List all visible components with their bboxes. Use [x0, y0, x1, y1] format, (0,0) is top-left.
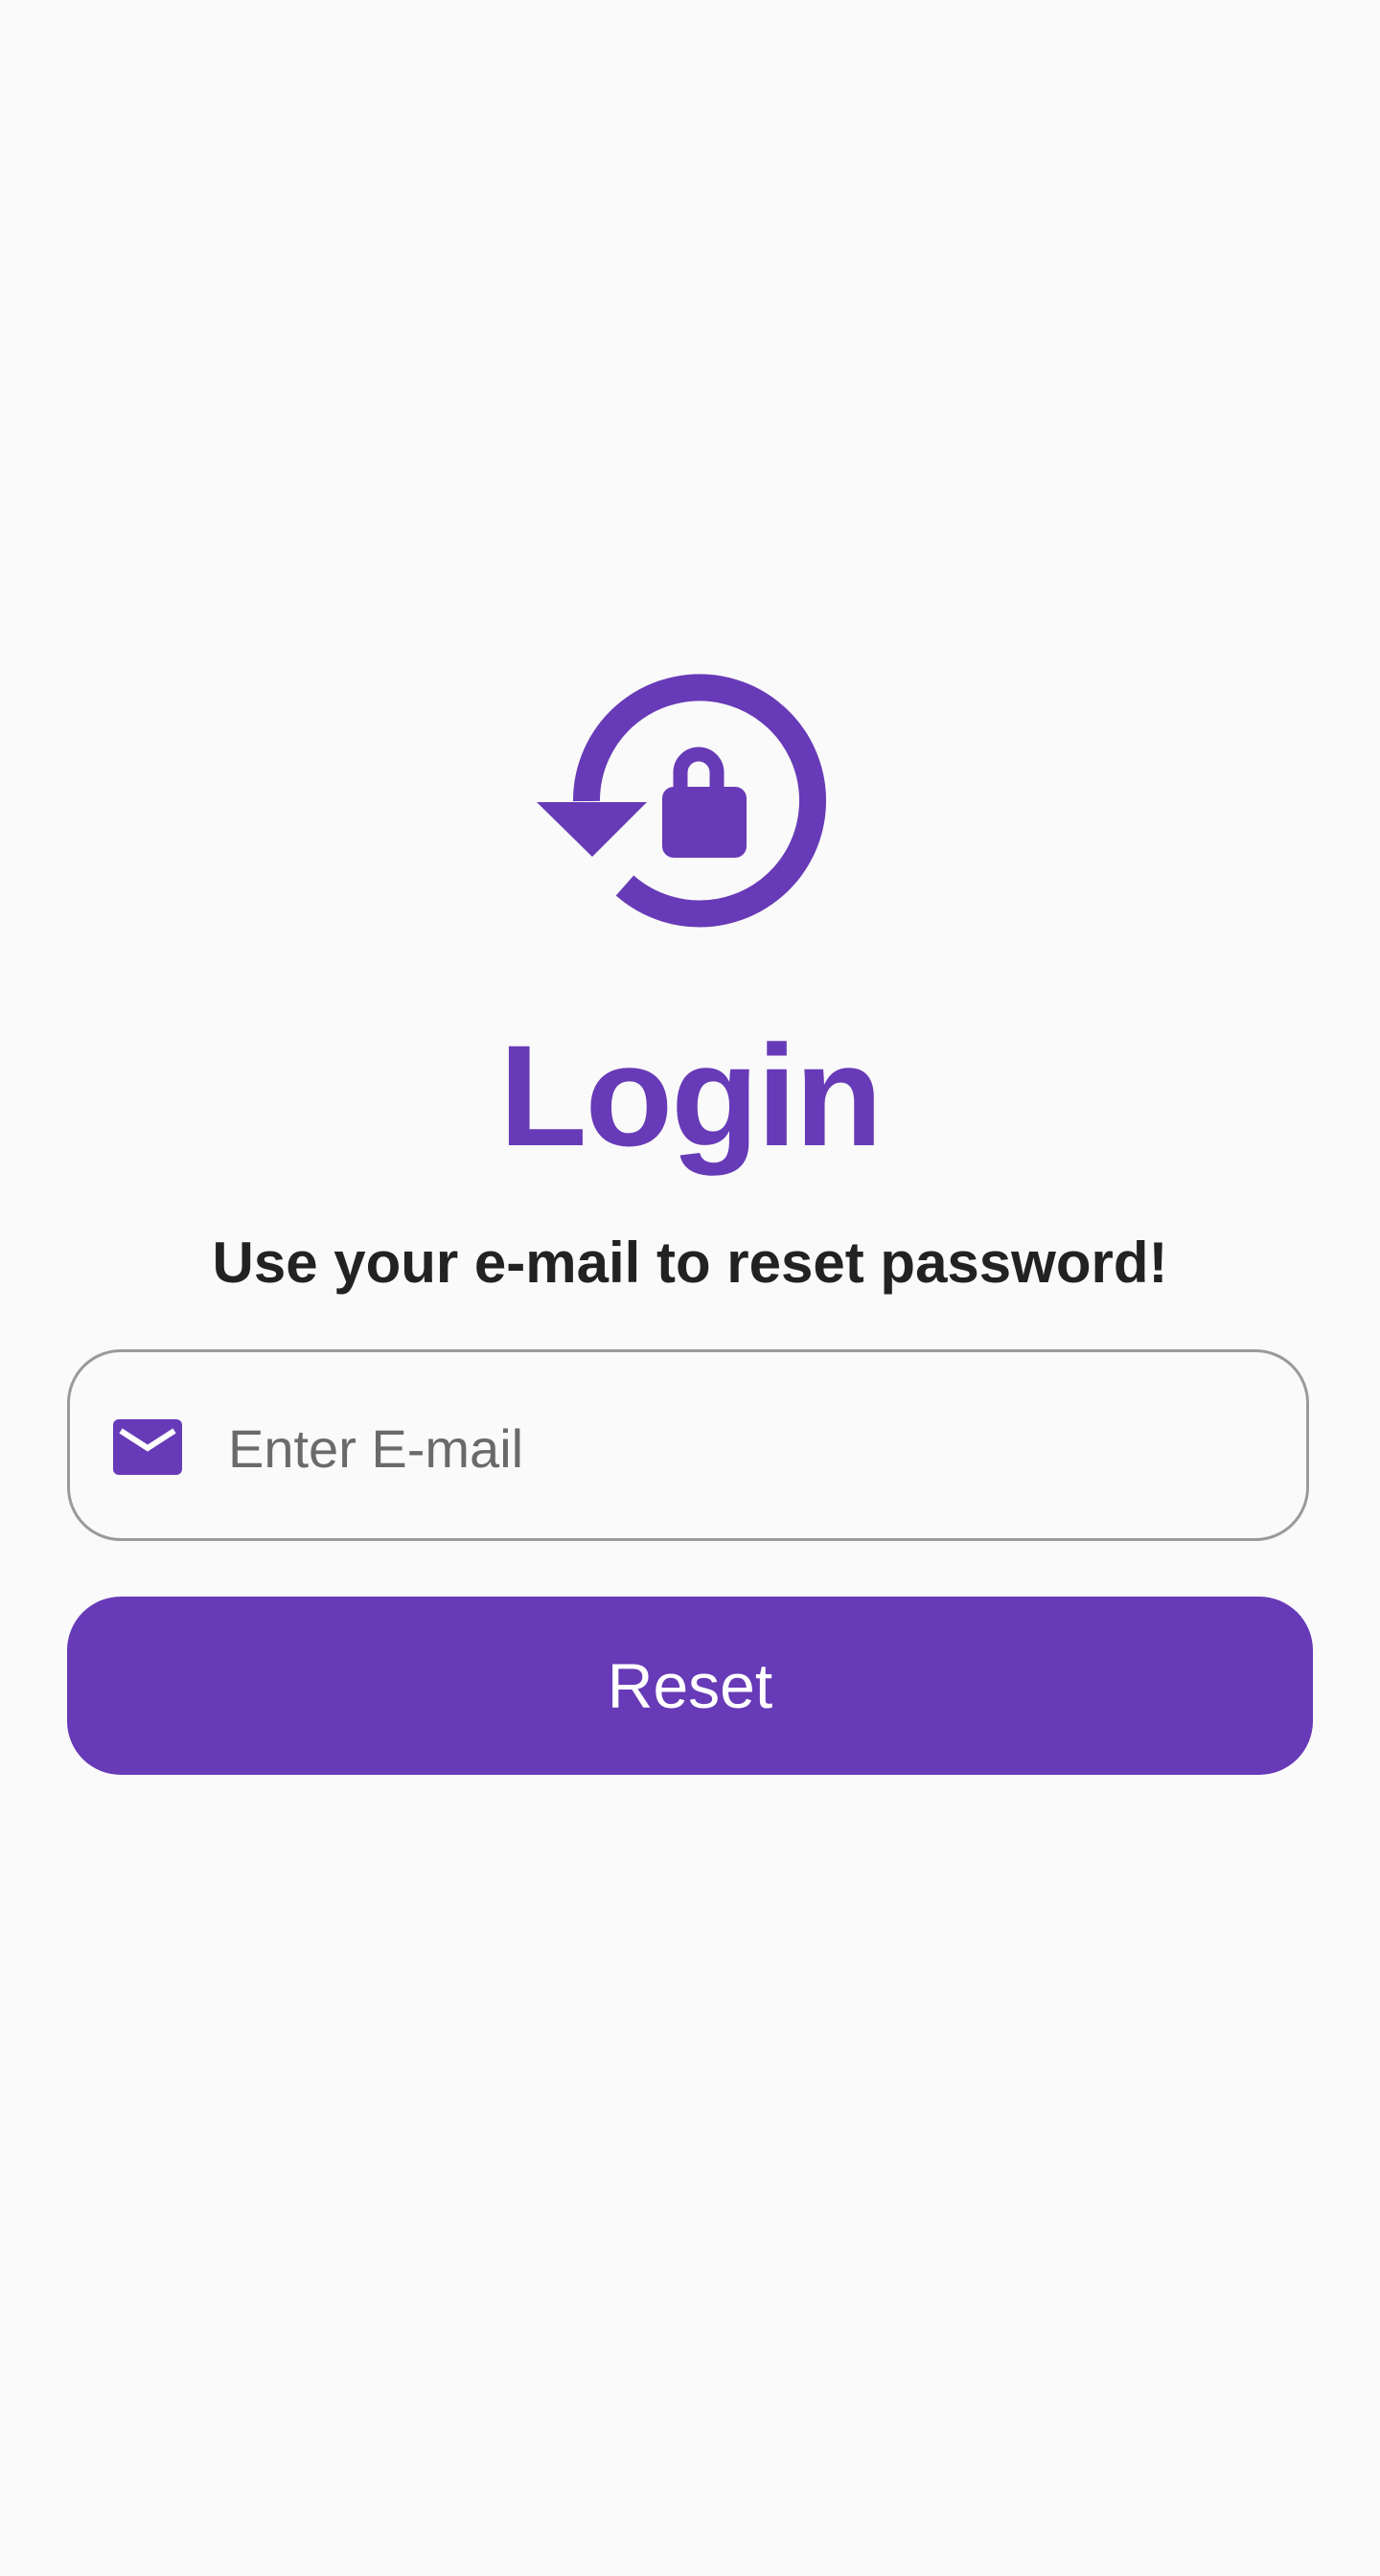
email-input[interactable]	[228, 1400, 1263, 1496]
page-title: Login	[498, 1015, 883, 1176]
email-field[interactable]	[67, 1349, 1309, 1541]
page-subtitle: Use your e-mail to reset password!	[212, 1230, 1168, 1295]
lock-reset-icon	[537, 671, 834, 930]
reset-button[interactable]: Reset	[67, 1597, 1313, 1775]
mail-icon	[113, 1419, 182, 1475]
